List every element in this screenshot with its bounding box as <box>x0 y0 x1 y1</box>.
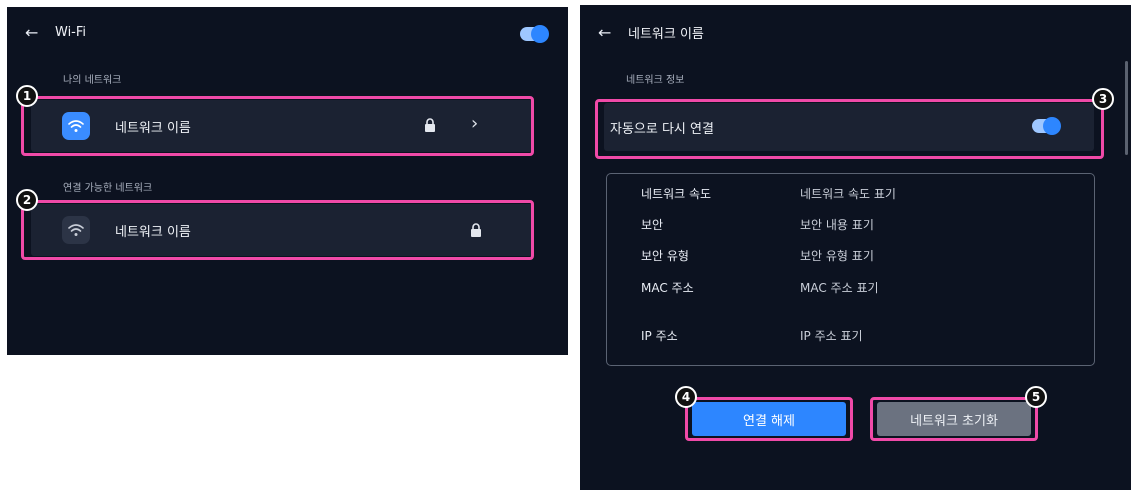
step-marker-1: 1 <box>16 85 38 107</box>
info-value-mac: MAC 주소 표기 <box>800 281 879 295</box>
disconnect-button[interactable]: 연결 해제 <box>692 402 846 436</box>
info-label-mac: MAC 주소 <box>641 281 694 295</box>
toggle-knob <box>531 25 549 43</box>
my-network-row[interactable]: 네트워크 이름 › <box>31 100 534 152</box>
info-label-speed: 네트워크 속도 <box>641 187 712 201</box>
info-value-ip: IP 주소 표기 <box>800 329 863 343</box>
wifi-settings-panel: ← Wi-Fi 나의 네트워크 네트워크 이름 › 연결 가능한 네트워크 네트… <box>7 7 568 355</box>
step-marker-3: 3 <box>1092 88 1114 110</box>
toggle-knob <box>1043 117 1061 135</box>
back-arrow-icon[interactable]: ← <box>598 23 620 42</box>
page-title: Wi-Fi <box>55 25 87 40</box>
network-info-box: 네트워크 속도 네트워크 속도 표기 보안 보안 내용 표기 보안 유형 보안 … <box>606 173 1095 366</box>
header: ← Wi-Fi <box>25 23 86 42</box>
page-title: 네트워크 이름 <box>628 27 704 42</box>
info-value-security-type: 보안 유형 표기 <box>800 249 874 263</box>
back-arrow-icon[interactable]: ← <box>25 23 47 42</box>
wifi-toggle[interactable] <box>520 25 549 43</box>
info-value-speed: 네트워크 속도 표기 <box>800 187 896 201</box>
available-network-name: 네트워크 이름 <box>115 225 191 240</box>
scrollbar[interactable] <box>1125 61 1128 155</box>
step-marker-4: 4 <box>675 386 697 408</box>
lock-icon <box>471 223 481 237</box>
auto-reconnect-label: 자동으로 다시 연결 <box>610 122 714 137</box>
chevron-right-icon[interactable]: › <box>471 113 478 134</box>
info-label-ip: IP 주소 <box>641 329 678 343</box>
wifi-icon <box>62 216 90 244</box>
info-value-security: 보안 내용 표기 <box>800 218 874 232</box>
auto-reconnect-toggle[interactable] <box>1032 117 1061 135</box>
step-marker-2: 2 <box>16 189 38 211</box>
header: ← 네트워크 이름 <box>598 23 704 42</box>
my-network-name: 네트워크 이름 <box>115 121 191 136</box>
available-networks-section-label: 연결 가능한 네트워크 <box>63 183 153 194</box>
info-label-security: 보안 <box>641 218 664 232</box>
network-info-section-label: 네트워크 정보 <box>626 75 685 86</box>
network-reset-button[interactable]: 네트워크 초기화 <box>877 402 1031 436</box>
lock-icon <box>425 118 435 132</box>
step-marker-5: 5 <box>1025 386 1047 408</box>
info-label-security-type: 보안 유형 <box>641 249 689 263</box>
wifi-icon <box>62 112 90 140</box>
available-network-row[interactable]: 네트워크 이름 <box>31 204 534 256</box>
auto-reconnect-row[interactable]: 자동으로 다시 연결 <box>604 103 1094 151</box>
network-detail-panel: ← 네트워크 이름 네트워크 정보 자동으로 다시 연결 네트워크 속도 네트워… <box>580 5 1131 490</box>
my-network-section-label: 나의 네트워크 <box>63 75 122 86</box>
